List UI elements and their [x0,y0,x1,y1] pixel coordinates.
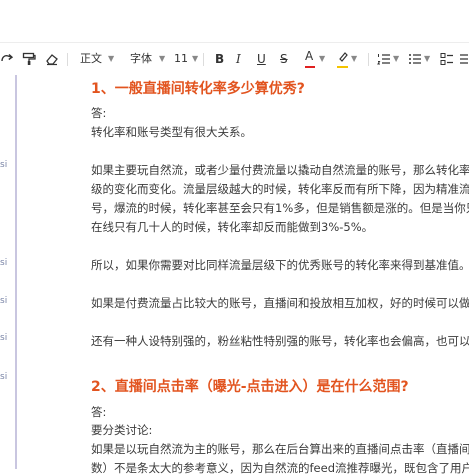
bullet-list-button[interactable]: ▼ [408,43,434,75]
more-tools-button[interactable] [459,43,469,75]
paragraph-line: 数）不是条太大的参考意义，因为自然流的feed流推荐曝光，既包含了用户主 [91,461,469,475]
font-color-button[interactable]: A ▼ [305,43,329,75]
comment-marker[interactable]: si [0,296,12,306]
heading-1: 1、一般直播间转化率多少算优秀? [91,81,305,97]
toolbar-separator [203,53,204,66]
font-family-select[interactable]: 字体 ▼ [130,43,165,75]
font-size-label: 11 [174,52,188,65]
bold-button[interactable]: B [215,43,224,75]
highlight-swatch [337,66,348,68]
eraser-icon [46,54,58,66]
highlight-button[interactable]: ▼ [337,43,361,75]
formatting-toolbar: 正文 ▼ 字体 ▼ 11 ▼ B I U S A ▼ ▼ ▼ ▼ [0,42,469,76]
heading-2: 2、直播间点击率（曝光-点击进入）是在什么范围? [91,379,409,395]
checklist-icon [440,53,453,65]
paragraph-line: 在线只有几十人的时候，转化率却反而能做到3%-5%。 [91,220,374,234]
redo-button[interactable] [0,43,16,75]
comment-marker[interactable]: si [0,333,12,343]
bullet-list-icon [409,54,421,64]
toolbar-separator [368,53,369,66]
paragraph: 还有一种人设特别强的，粉丝粘性特别强的账号，转化率也会偏高，也可以做 [91,334,469,348]
paragraph-style-select[interactable]: 正文 ▼ [80,43,114,75]
paragraph-line: 如果主要玩自然流，或者少量付费流量以撬动自然流量的账号，那么转化率实 [91,163,469,177]
comment-marker[interactable]: si [0,372,12,382]
paragraph: 所以，如果你需要对比同样流量层级下的优秀账号的转化率来得到基准值。 [91,258,469,272]
chevron-down-icon: ▼ [192,54,199,63]
strikethrough-button[interactable]: S [280,43,288,75]
paragraph-line: 号，爆流的时候，转化率甚至会只有1%多，但是销售额是涨的。但是当你只有 [91,201,469,215]
toolbar-separator [67,53,68,66]
paragraph: 如果是付费流量占比较大的账号，直播间和投放相互加权，好的时候可以做到 [91,296,469,310]
top-bar [0,0,469,42]
checklist-button[interactable] [440,43,454,75]
font-color-swatch [305,66,315,68]
answer-label: 答: [91,106,107,120]
more-icon [460,54,468,64]
paragraph: 转化率和账号类型有很大关系。 [91,125,252,139]
answer-label: 答: [91,405,107,419]
format-painter-icon [22,52,36,65]
font-family-label: 字体 [130,52,152,65]
chevron-down-icon: ▼ [351,54,358,63]
chevron-down-icon: ▼ [424,54,431,63]
comment-marker[interactable]: si [0,258,12,268]
comment-marker[interactable]: si [0,160,12,170]
chevron-down-icon: ▼ [319,54,326,63]
comment-gutter-line [15,75,17,469]
redo-icon [1,53,14,62]
paragraph-line: 如果是以玩自然流为主的账号，那么在后台算出来的直播间点击率（直播间观 [91,442,469,456]
ordered-list-button[interactable]: ▼ [377,43,403,75]
highlighter-icon [339,52,348,62]
ordered-list-icon [377,54,390,65]
chevron-down-icon: ▼ [393,54,400,63]
format-painter-button[interactable] [22,43,38,75]
paragraph-line: 级的变化而变化。流量层级越大的时候，转化率反而有所下降，因为精准流量 [91,182,469,196]
underline-button[interactable]: U [257,43,266,75]
paragraph-style-label: 正文 [80,52,102,65]
paragraph: 要分类讨论: [91,423,153,437]
clear-format-button[interactable] [45,43,61,75]
chevron-down-icon: ▼ [108,54,115,63]
chevron-down-icon: ▼ [159,54,166,63]
italic-button[interactable]: I [236,43,241,75]
font-size-select[interactable]: 11 ▼ [174,43,198,75]
